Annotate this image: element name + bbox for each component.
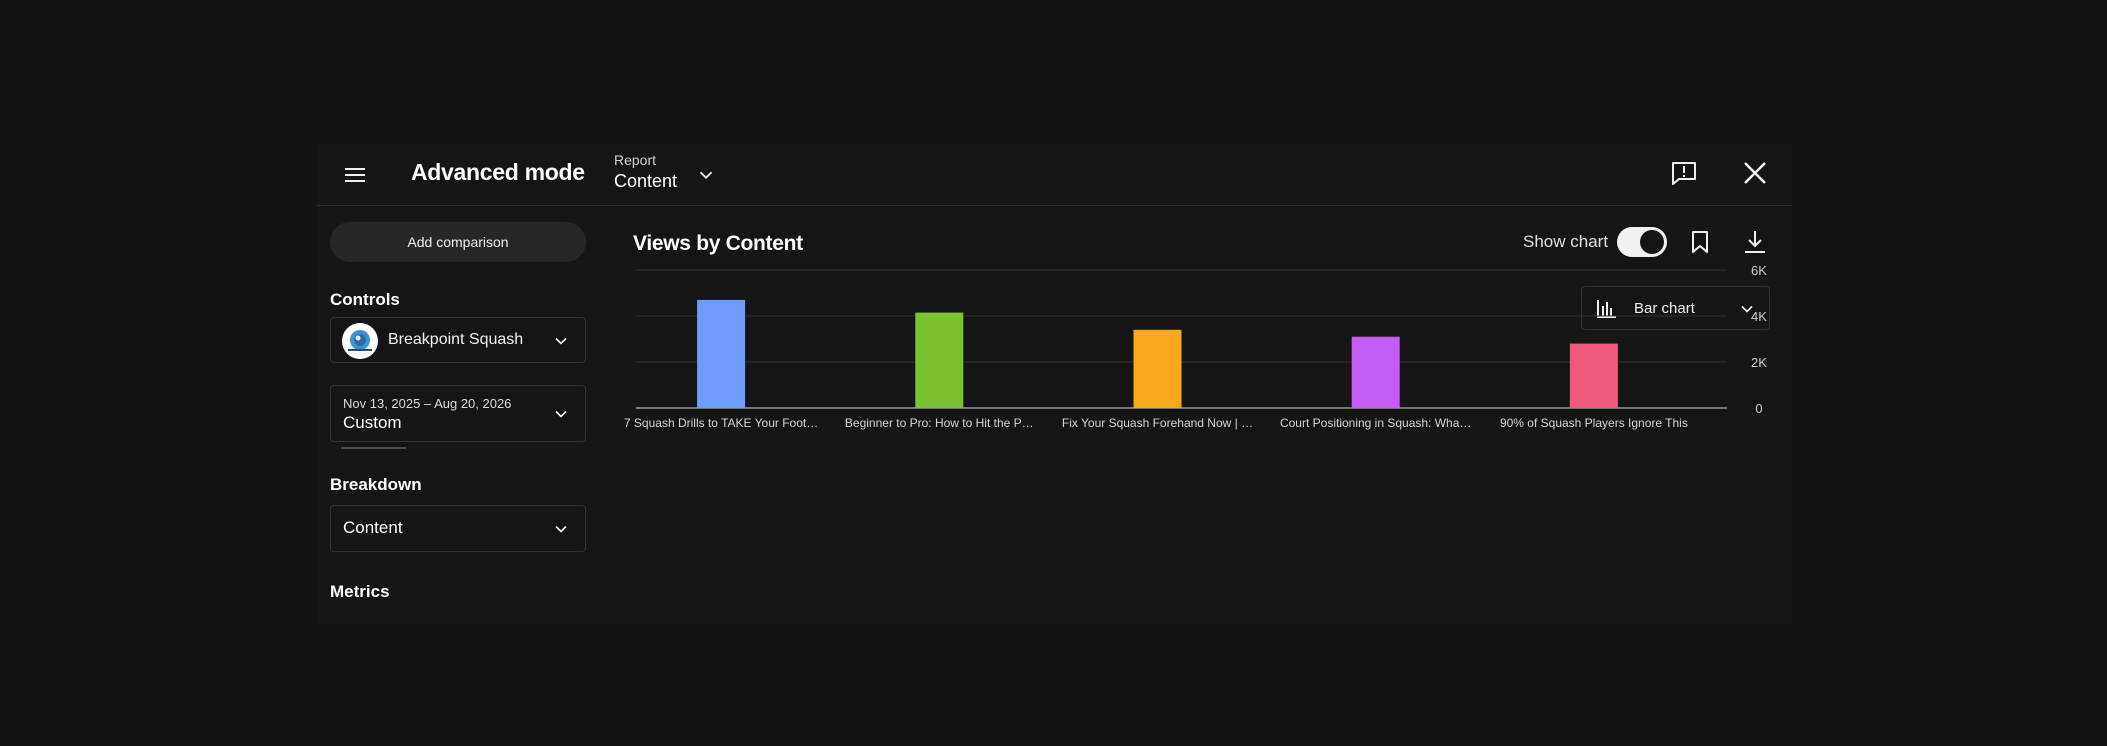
bar-chart: 0 2K 4K 6K 7 Squash Drills to TAKE Your Foot… [624, 263, 1767, 430]
x-tick-label: Beginner to Pro: How to Hit the P… [845, 416, 1034, 430]
bar [1133, 329, 1182, 408]
x-tick-label: Fix Your Squash Forehand Now | … [1062, 416, 1253, 430]
y-tick-label: 2K [1751, 355, 1767, 370]
bar [1569, 343, 1618, 408]
advanced-mode-panel: Advanced mode Report Content Add compari… [317, 144, 1792, 624]
bar [697, 299, 746, 408]
x-tick-label: 7 Squash Drills to TAKE Your Foot… [624, 416, 818, 430]
y-tick-label: 0 [1755, 401, 1762, 416]
y-tick-label: 6K [1751, 263, 1767, 278]
bar [915, 312, 964, 408]
bar [1351, 336, 1400, 408]
y-tick-label: 4K [1751, 309, 1767, 324]
x-tick-label: 90% of Squash Players Ignore This [1500, 416, 1688, 430]
x-tick-label: Court Positioning in Squash: Wha… [1280, 416, 1471, 430]
